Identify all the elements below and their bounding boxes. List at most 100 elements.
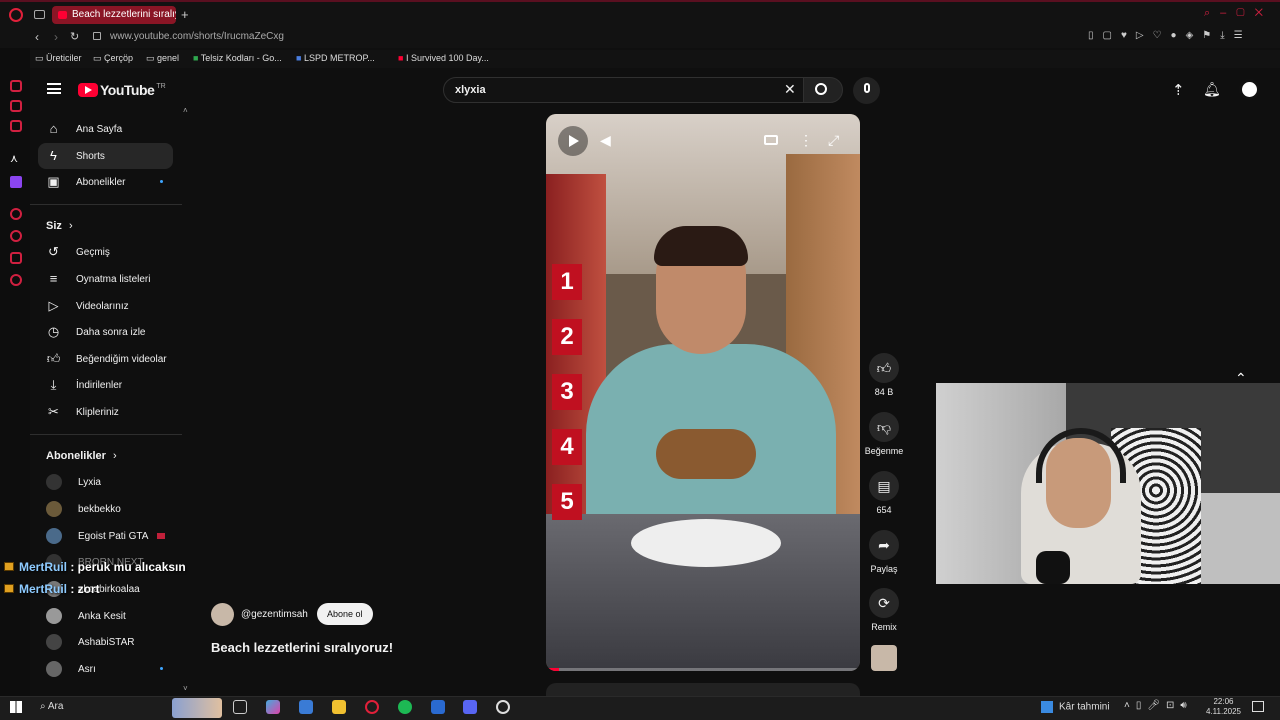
sound-thumbnail[interactable] xyxy=(871,645,897,671)
upload-icon[interactable]: ⇡ xyxy=(1172,81,1185,99)
search-box[interactable] xyxy=(443,77,811,103)
subscription-item[interactable]: AshabiSTAR xyxy=(38,629,173,655)
file-explorer-icon[interactable] xyxy=(332,700,346,714)
tab-overview-icon[interactable] xyxy=(34,10,45,19)
reload-button[interactable]: ↻ xyxy=(70,30,79,43)
sidebar-item-watch-later[interactable]: ◷ Daha sonra izle xyxy=(38,319,173,345)
chat-message: MertRuil : peruk mu alıcaksın xyxy=(4,560,186,574)
settings-icon[interactable] xyxy=(10,274,22,286)
sidebar-item-shorts[interactable]: ϟ Shorts xyxy=(38,143,173,169)
channel-avatar xyxy=(46,474,62,490)
subscriber-badge-icon xyxy=(4,584,14,593)
app-icon[interactable] xyxy=(431,700,445,714)
subscription-item[interactable]: bekbekko xyxy=(38,496,173,522)
sidebar-item-downloads[interactable]: ⤓ İndirilenler xyxy=(38,372,173,398)
captions-icon[interactable] xyxy=(764,135,778,145)
thumbs-down-icon: 👎︎ xyxy=(869,412,899,442)
twitch-icon[interactable] xyxy=(10,176,22,188)
opera-gx-taskbar-icon[interactable] xyxy=(365,700,379,714)
live-indicator xyxy=(157,533,165,539)
url-field[interactable]: www.youtube.com/shorts/IrucmaZeCxg xyxy=(110,31,284,42)
bookmark-item[interactable]: ▭ Üreticiler xyxy=(35,53,82,64)
sidebar-item-history[interactable]: ↺ Geçmiş xyxy=(38,239,173,265)
sidebar-item-home[interactable]: ⌂ Ana Sayfa xyxy=(38,116,173,142)
sidebar-item-liked[interactable]: 👍︎ Beğendiğim videolar xyxy=(38,346,173,372)
remix-button[interactable]: ⟳ Remix xyxy=(868,588,900,632)
bookmark-item[interactable]: ▭ genel xyxy=(146,53,179,64)
sidebar: ⌂ Ana Sayfa ϟ Shorts ▣ Abonelikler Siz › ↺ G… xyxy=(30,70,195,696)
extensions-icon[interactable] xyxy=(10,252,22,264)
back-button[interactable]: ‹ xyxy=(35,30,39,44)
spotify-icon[interactable] xyxy=(398,700,412,714)
obs-icon[interactable] xyxy=(496,700,510,714)
home-icon: ⌂ xyxy=(49,121,58,136)
section-siz[interactable]: Siz › xyxy=(46,220,73,232)
player-icon[interactable] xyxy=(10,208,22,220)
subscribe-button[interactable]: Abone ol xyxy=(317,603,373,625)
opera-logo-icon[interactable] xyxy=(9,8,23,22)
fullscreen-icon[interactable]: ⤢ xyxy=(828,132,839,149)
sidebar-item-subscriptions[interactable]: ▣ Abonelikler xyxy=(38,169,173,195)
share-button[interactable]: ➦ Paylaş xyxy=(868,530,900,574)
volume-icon[interactable]: ◀ xyxy=(600,132,611,149)
bookmark-item[interactable]: ■ I Survived 100 Day... xyxy=(398,53,489,63)
chat-message: MertRuil : zort xyxy=(4,582,100,596)
bookmark-item[interactable]: ▭ Çerçöp xyxy=(93,53,133,64)
system-tray-icons[interactable]: ˄▯🎤︎⊡🔊︎ xyxy=(1124,700,1193,711)
instagram-icon[interactable] xyxy=(10,120,22,132)
clock[interactable]: 22:06 4.11.2025 xyxy=(1206,697,1241,717)
aria-icon[interactable]: ⋏ xyxy=(10,152,18,165)
channel-avatar[interactable] xyxy=(211,603,234,626)
next-short-preview[interactable] xyxy=(546,683,860,696)
comments-button[interactable]: ▤ 654 xyxy=(868,471,900,515)
shorts-video-player[interactable]: 1 2 3 4 5 ◀ ⋮ ⤢ xyxy=(546,114,860,671)
sidebar-item-playlists[interactable]: ≡ Oynatma listeleri xyxy=(38,266,173,292)
scissors-icon: ✂ xyxy=(48,404,59,419)
taskbar-search[interactable]: ⌕ Ara xyxy=(40,701,63,712)
notifications-bell-icon[interactable]: 🔔︎ xyxy=(1203,81,1221,98)
copilot-icon[interactable] xyxy=(266,700,280,714)
history-icon: ↺ xyxy=(48,244,59,259)
dislike-button[interactable]: 👎︎ Beğenme xyxy=(862,412,906,456)
windows-start-icon[interactable] xyxy=(10,701,22,713)
notifications-icon[interactable] xyxy=(1252,701,1264,712)
subscription-item[interactable]: Lyxia xyxy=(38,469,173,495)
more-options-icon[interactable]: ⋮ xyxy=(799,132,813,149)
sidebar-item-clips[interactable]: ✂ Klipleriniz xyxy=(38,399,173,425)
subscription-item[interactable]: Egoist Pati GTA xyxy=(38,523,173,549)
like-button[interactable]: 👍︎ 84 B xyxy=(868,353,900,397)
store-icon[interactable] xyxy=(299,700,313,714)
task-view-icon[interactable] xyxy=(233,700,247,714)
channel-name[interactable]: @gezentimsah xyxy=(241,609,308,620)
voice-search-button[interactable] xyxy=(853,77,880,104)
play-icon xyxy=(569,135,579,147)
streamer-webcam xyxy=(936,383,1280,584)
history-sidebar-icon[interactable] xyxy=(10,230,22,242)
browser-extension-icons[interactable]: ▯▢♥▷♡●◈⚑⤓☰ xyxy=(1088,30,1252,41)
search-input[interactable]: xlyxia xyxy=(455,84,486,96)
messenger-icon[interactable] xyxy=(10,80,22,92)
bookmark-item[interactable]: ■ LSPD METROP... xyxy=(296,53,375,63)
play-button[interactable] xyxy=(558,126,588,156)
tab-title: Beach lezzetlerini sıralıyor xyxy=(72,9,176,20)
video-progress-bar[interactable] xyxy=(546,668,860,671)
discord-icon[interactable] xyxy=(463,700,477,714)
whatsapp-icon[interactable] xyxy=(10,100,22,112)
channel-avatar xyxy=(46,528,62,544)
subscription-item[interactable]: Asrı xyxy=(38,656,173,682)
bookmark-item[interactable]: ■ Telsiz Kodları - Go... xyxy=(193,53,282,63)
section-subscriptions[interactable]: Abonelikler › xyxy=(46,450,117,462)
browser-tab-active[interactable]: Beach lezzetlerini sıralıyor xyxy=(52,6,176,24)
new-tab-button[interactable]: + xyxy=(181,7,189,22)
sidebar-scrollbar[interactable]: ˄ xyxy=(183,106,188,115)
sidebar-scroll-down[interactable]: ˅ xyxy=(183,684,188,693)
weather-widget[interactable]: Kâr tahmini xyxy=(1041,701,1110,713)
clear-search-icon[interactable]: ✕ xyxy=(784,81,796,98)
sidebar-item-your-videos[interactable]: ▷ Videolarınız xyxy=(38,293,173,319)
new-content-dot xyxy=(160,667,163,670)
forward-button[interactable]: › xyxy=(54,30,58,44)
avatar[interactable] xyxy=(1239,79,1260,100)
subscriber-badge-icon xyxy=(4,562,14,571)
short-title[interactable]: Beach lezzetlerini sıralıyoruz! xyxy=(211,640,393,655)
subscription-item[interactable]: Anka Kesit xyxy=(38,603,173,629)
